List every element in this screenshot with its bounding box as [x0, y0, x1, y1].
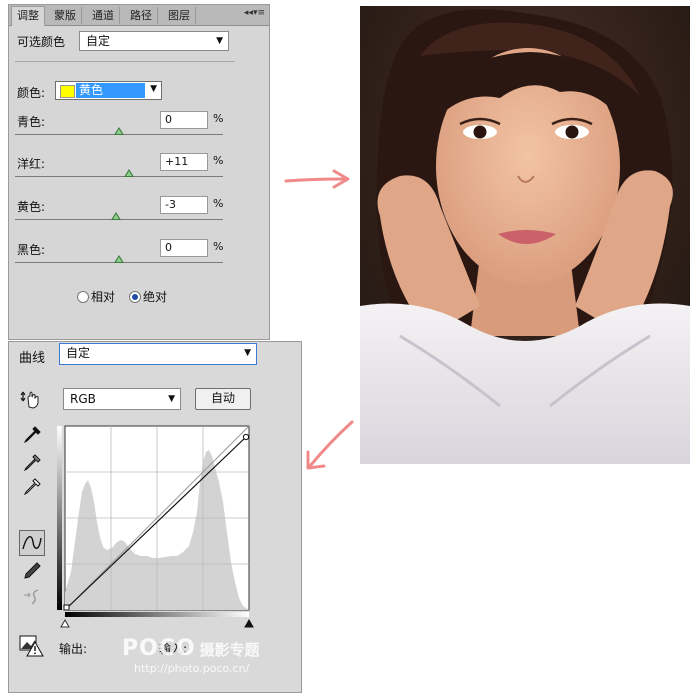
watermark-brand: POCO — [122, 636, 196, 661]
pencil-icon[interactable] — [21, 560, 43, 582]
arrow-down-left-icon — [306, 420, 354, 470]
selective-color-panel: 调整 蒙版 通道 路径 图层 ◂◂▾≡ 可选颜色 自定 ▼ 颜色: 黄色 ▼ 青… — [8, 4, 270, 340]
panel-title: 可选颜色 — [17, 35, 66, 49]
slider-value-field[interactable]: -3 — [160, 196, 208, 214]
channel-value: RGB — [70, 392, 96, 406]
arrow-right-icon — [284, 169, 350, 189]
smooth-curve-icon[interactable] — [21, 586, 43, 608]
relative-label: 相对 — [91, 290, 116, 304]
eyedropper-white-icon[interactable] — [21, 476, 43, 498]
auto-button[interactable]: 自动 — [195, 388, 251, 410]
absolute-label: 绝对 — [143, 290, 168, 304]
panel-tab-bar: 调整 蒙版 通道 路径 图层 ◂◂▾≡ — [9, 5, 269, 26]
slider-thumb[interactable] — [124, 169, 135, 177]
divider — [15, 61, 235, 62]
eyedropper-black-icon[interactable] — [21, 424, 43, 446]
slider-value-field[interactable]: 0 — [160, 111, 208, 129]
percent-sign: % — [213, 240, 224, 253]
curves-preset-dropdown[interactable]: 自定 ▼ — [59, 343, 257, 365]
chevron-down-icon: ▼ — [244, 348, 251, 358]
slider-thumb[interactable] — [110, 212, 121, 220]
color-label: 颜色: — [17, 86, 46, 100]
slider-value-field[interactable]: 0 — [160, 239, 208, 257]
portrait-photo — [360, 6, 690, 464]
color-select-dropdown[interactable]: 黄色 ▼ — [55, 81, 162, 100]
slider-track[interactable] — [15, 176, 223, 177]
slider-value-field[interactable]: +11 — [160, 153, 208, 171]
clipping-warning-icon[interactable] — [19, 634, 45, 658]
slider-thumb[interactable] — [114, 127, 124, 135]
eyedropper-gray-icon[interactable] — [21, 452, 43, 474]
slider-thumb[interactable] — [114, 255, 124, 263]
curve-tool-icon[interactable] — [19, 530, 45, 556]
percent-sign: % — [213, 112, 224, 125]
output-label: 输出: — [59, 642, 88, 656]
percent-sign: % — [213, 154, 224, 167]
curves-preset-value: 自定 — [66, 346, 91, 360]
slider-label: 黄色: — [17, 200, 46, 214]
channel-dropdown[interactable]: RGB ▼ — [63, 388, 181, 410]
watermark-url: http://photo.poco.cn/ — [134, 662, 250, 675]
tab-layers[interactable]: 图层 — [163, 7, 196, 24]
black-point-slider[interactable] — [60, 618, 70, 628]
percent-sign: % — [213, 197, 224, 210]
input-gradient-bar — [65, 612, 249, 617]
tab-paths[interactable]: 路径 — [125, 7, 158, 24]
chevron-down-icon: ▼ — [168, 394, 175, 404]
preset-value: 自定 — [86, 34, 111, 48]
color-swatch — [60, 85, 75, 98]
color-value: 黄色 — [76, 83, 145, 98]
absolute-radio[interactable] — [129, 291, 141, 303]
watermark: POCO 摄影专题 http://photo.poco.cn/ — [122, 636, 260, 675]
curve-point-black[interactable] — [63, 604, 70, 611]
watermark-subtitle: 摄影专题 — [199, 641, 260, 659]
chevron-down-icon: ▼ — [150, 84, 157, 94]
panel-menu-icon[interactable]: ◂◂▾≡ — [244, 8, 265, 18]
tab-adjustments[interactable]: 调整 — [11, 6, 45, 26]
hand-adjust-icon[interactable] — [19, 387, 41, 409]
output-gradient-bar — [57, 426, 62, 610]
tab-channels[interactable]: 通道 — [87, 7, 120, 24]
slider-label: 洋红: — [17, 157, 46, 171]
curve-point-white[interactable] — [242, 433, 250, 441]
preset-dropdown[interactable]: 自定 ▼ — [79, 31, 229, 51]
tab-masks[interactable]: 蒙版 — [49, 7, 82, 24]
curves-title: 曲线 — [19, 351, 46, 366]
curve-graph[interactable] — [57, 422, 257, 632]
white-point-slider[interactable] — [244, 618, 254, 628]
slider-label: 青色: — [17, 115, 46, 129]
slider-label: 黑色: — [17, 243, 46, 257]
relative-radio[interactable] — [77, 291, 89, 303]
chevron-down-icon: ▼ — [216, 36, 223, 46]
